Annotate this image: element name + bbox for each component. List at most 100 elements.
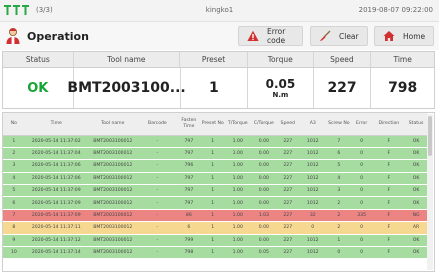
table-row[interactable]: 5 2020-05-14 11:37:09 BMT2003100012-797 1 1.… <box>3 184 427 198</box>
status-bar: (3/3) kingko1 2019-08-07 09:22:00 <box>0 0 439 22</box>
table-cell: 2 <box>326 196 351 210</box>
speed-value: 227 <box>314 68 372 108</box>
table-cell: 227 <box>276 221 299 235</box>
table-cell: 2020-05-14 11:37:06 <box>24 172 88 186</box>
table-cell: 1012 <box>298 172 327 186</box>
table-row[interactable]: 10 2020-05-14 11:37:14 BMT2003100012-798 1 1… <box>3 246 427 260</box>
table-cell: 2020-05-14 11:37:02 <box>24 135 88 148</box>
table-row[interactable]: 2 2020-05-14 11:37:04 BMT2003100012-797 1 1.… <box>3 147 427 161</box>
table-cell: 2020-05-14 11:37:09 <box>24 196 88 210</box>
table-cell: BMT2003100012 <box>87 159 138 173</box>
table-cell: BMT2003100012 <box>87 147 138 161</box>
table-cell: F <box>372 209 406 223</box>
table-cell: 1 <box>200 196 225 210</box>
table-cell: 1.00 <box>224 234 251 248</box>
table-cell: BMT2003100012 <box>87 196 138 210</box>
table-row[interactable]: 4 2020-05-14 11:37:06 BMT2003100012-797 1 1.… <box>3 172 427 186</box>
table-cell: 2020-05-14 11:37:14 <box>24 246 88 260</box>
table-cell: 799 <box>176 234 201 248</box>
table-cell: 5 <box>326 159 351 173</box>
table-cell: 227 <box>276 234 299 248</box>
table-row[interactable]: 7 2020-05-14 11:37:09 BMT2003100012-86 1 1.0… <box>3 209 427 223</box>
summary-header-speed: Speed <box>314 52 372 67</box>
table-cell: 4 <box>326 172 351 186</box>
table-cell: 9 <box>3 234 25 248</box>
clear-button[interactable]: Clear <box>310 26 368 46</box>
table-cell: 7 <box>3 209 25 223</box>
table-cell: 1 <box>200 234 225 248</box>
home-icon <box>383 30 395 42</box>
table-scrollbar[interactable] <box>427 114 433 270</box>
table-row[interactable]: 9 2020-05-14 11:37:12 BMT2003100012-799 1 1.… <box>3 234 427 248</box>
status-ok-text: OK <box>27 80 49 96</box>
table-cell: 0 <box>350 246 373 260</box>
table-cell: OK <box>405 246 427 260</box>
table-cell: OK <box>405 159 427 173</box>
table-cell: BMT2003100012 <box>87 209 138 223</box>
table-cell: 797 <box>176 196 201 210</box>
table-cell: 797 <box>176 172 201 186</box>
column-header: Screw No <box>326 113 351 136</box>
table-cell: 6 <box>3 196 25 210</box>
table-cell: 1.00 <box>224 147 251 161</box>
summary-value-row: OK BMT2003100... 1 0.05 N.m 227 798 <box>3 68 434 108</box>
table-cell: 1.00 <box>224 196 251 210</box>
table-cell: 1.00 <box>224 172 251 186</box>
table-cell: F <box>372 246 406 260</box>
table-cell: 0.00 <box>250 135 277 148</box>
fastening-history-table: No Time Tool name Barcode Fasten Time Preset … <box>2 112 435 272</box>
table-row[interactable]: 1 2020-05-14 11:37:02 BMT2003100012-797 1 1.… <box>3 135 427 148</box>
table-cell: NG <box>405 209 427 223</box>
table-cell: - <box>137 184 177 198</box>
table-row[interactable]: 8 2020-05-14 11:37:11 BMT2003100012-6 1 1.00… <box>3 221 427 235</box>
column-header: Tool name <box>87 113 138 136</box>
table-cell: 1 <box>200 221 225 235</box>
table-cell: 1 <box>200 209 225 223</box>
table-cell: 2 <box>326 221 351 235</box>
current-result-panel: Status Tool name Preset Torque Speed Tim… <box>2 51 435 109</box>
table-cell: 3 <box>3 159 25 173</box>
table-row[interactable]: 6 2020-05-14 11:37:09 BMT2003100012-797 1 1.… <box>3 196 427 210</box>
table-cell: 0 <box>350 184 373 198</box>
table-cell: 5 <box>3 184 25 198</box>
table-cell: 1 <box>200 184 225 198</box>
table-cell: 0 <box>350 159 373 173</box>
preset-value: 1 <box>181 68 249 108</box>
torque-value: 0.05 N.m <box>248 68 314 108</box>
table-cell: 227 <box>276 147 299 161</box>
table-cell: 10 <box>3 246 25 260</box>
table-cell: BMT2003100012 <box>87 184 138 198</box>
home-button[interactable]: Home <box>374 26 434 46</box>
table-row[interactable]: 3 2020-05-14 11:37:06 BMT2003100012-796 1 1.… <box>3 159 427 173</box>
column-header: Error <box>350 113 373 136</box>
table-cell: OK <box>405 135 427 148</box>
table-cell: 86 <box>176 209 201 223</box>
table-cell: 1012 <box>298 234 327 248</box>
time-value: 798 <box>371 68 434 108</box>
table-cell: 2020-05-14 11:37:04 <box>24 147 88 161</box>
table-header-row: No Time Tool name Barcode Fasten Time Preset … <box>3 113 427 136</box>
table-cell: 227 <box>276 159 299 173</box>
table-cell: 796 <box>176 159 201 173</box>
summary-header-status: Status <box>3 52 74 67</box>
table-cell: 2020-05-14 11:37:06 <box>24 159 88 173</box>
error-code-button[interactable]: Error code <box>238 26 303 46</box>
table-cell: 227 <box>276 209 299 223</box>
table-cell: 0.00 <box>250 234 277 248</box>
table-cell: 1012 <box>298 135 327 148</box>
table-cell: 1 <box>3 135 25 148</box>
scrollbar-thumb[interactable] <box>428 116 432 156</box>
tool-name-value: BMT2003100... <box>67 68 186 108</box>
table-cell: F <box>372 184 406 198</box>
table-cell: 797 <box>176 184 201 198</box>
table-cell: 0 <box>350 172 373 186</box>
torque-unit: N.m <box>272 90 289 99</box>
table-cell: 2020-05-14 11:37:09 <box>24 209 88 223</box>
table-cell: F <box>372 196 406 210</box>
table-cell: 0.00 <box>250 159 277 173</box>
table-cell: 0.00 <box>250 147 277 161</box>
page-title: Operation <box>27 30 89 43</box>
table-cell: 0 <box>298 221 327 235</box>
table-cell: 2020-05-14 11:37:12 <box>24 234 88 248</box>
table-cell: 32 <box>298 209 327 223</box>
